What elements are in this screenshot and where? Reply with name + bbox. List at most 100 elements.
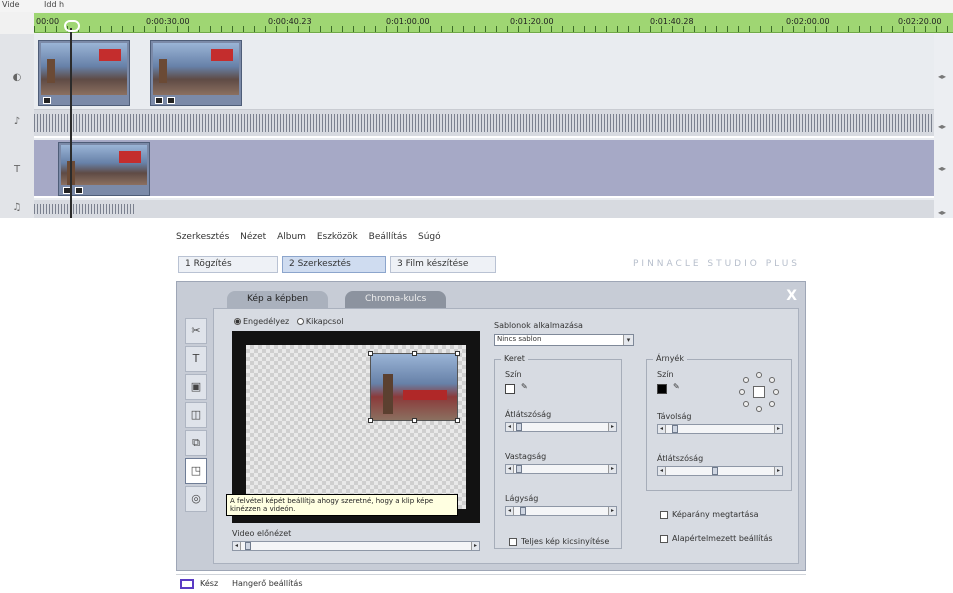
menu-settings[interactable]: Beállítás: [369, 232, 407, 242]
shadow-color-swatch[interactable]: [657, 384, 667, 394]
music-track-icon[interactable]: ♫: [10, 202, 24, 214]
close-button[interactable]: X: [786, 288, 797, 304]
audio-waveform: [34, 114, 934, 132]
shadow-distance-slider[interactable]: ◂ ▸: [657, 424, 783, 434]
video-clip[interactable]: [150, 40, 242, 106]
status-text: Kész: [200, 579, 219, 588]
snapshot-icon[interactable]: ▣: [185, 374, 207, 400]
title-track-icon[interactable]: T: [10, 164, 24, 176]
audio-track[interactable]: [34, 110, 934, 138]
clip-thumbnail: [153, 43, 239, 95]
resize-handle[interactable]: [368, 351, 373, 356]
audio-track-icon[interactable]: ♪: [10, 116, 24, 128]
music-track[interactable]: [34, 200, 934, 218]
lock-icon[interactable]: ◂▸: [938, 164, 946, 173]
resize-handle[interactable]: [455, 418, 460, 423]
video-toolbox-panel: Kép a képben Chroma-kulcs X ✂ T ▣ ◫ ⧉ ◳ …: [176, 281, 806, 571]
pip-settings-content: Engedélyez Kikapcsol A felvétel képét be…: [213, 308, 799, 564]
enable-radio-group: Engedélyez Kikapcsol: [234, 317, 343, 326]
border-softness-label: Lágyság: [505, 494, 539, 503]
default-setting-checkbox[interactable]: [660, 535, 668, 543]
ruler-tick: 0:01:40.28: [650, 17, 694, 26]
border-group-title: Keret: [501, 354, 528, 363]
status-window-icon[interactable]: [180, 579, 194, 589]
clip-marker-icon: [155, 97, 163, 104]
border-thickness-slider[interactable]: ◂ ▸: [505, 464, 617, 474]
main-tab-bar: 1 Rögzítés 2 Szerkesztés 3 Film készítés…: [176, 249, 806, 277]
video-preview-label: Video előnézet: [232, 529, 292, 538]
lock-icon[interactable]: ◂▸: [938, 72, 946, 81]
tab-capture[interactable]: 1 Rögzítés: [178, 256, 278, 273]
transition-icon[interactable]: ⧉: [185, 430, 207, 456]
tab-edit[interactable]: 2 Szerkesztés: [282, 256, 386, 273]
border-color-swatch[interactable]: [505, 384, 515, 394]
shadow-direction-picker[interactable]: [739, 372, 779, 412]
keep-aspect-checkbox[interactable]: [660, 511, 668, 519]
pip-icon[interactable]: ◳: [185, 458, 207, 484]
playhead[interactable]: [70, 28, 72, 218]
lock-icon[interactable]: ◂▸: [938, 122, 946, 131]
timeline: Vide Idd h 00:00 0:00:30.00 0:00:40.23 0…: [0, 0, 953, 218]
radio-disable[interactable]: [296, 318, 304, 325]
chevron-down-icon: ▾: [623, 335, 633, 345]
shadow-color-label: Szín: [657, 370, 674, 379]
eyedropper-icon[interactable]: ✎: [673, 382, 680, 391]
shadow-group-title: Árnyék: [653, 354, 687, 363]
menu-help[interactable]: Súgó: [418, 232, 441, 242]
ruler-tick: 0:02:00.00: [786, 17, 830, 26]
border-group: Keret Szín ✎ Átlátszóság ◂ ▸ Vastagság ◂ ▸…: [494, 354, 622, 549]
ruler-tick: 00:00: [36, 17, 60, 26]
resize-handle[interactable]: [368, 418, 373, 423]
resize-handle[interactable]: [412, 351, 417, 356]
resize-handle[interactable]: [455, 351, 460, 356]
tab-make-movie[interactable]: 3 Film készítése: [390, 256, 496, 273]
shadow-group: Árnyék Szín ✎ Távolság ◂ ▸ Átlátszóság ◂ ▸: [646, 354, 792, 491]
border-color-label: Szín: [505, 370, 522, 379]
video-clip[interactable]: [38, 40, 130, 106]
header-label-2: Idd h: [44, 0, 65, 9]
shrink-full-label: Teljes kép kicsinyítése: [521, 537, 610, 546]
transparency-checkerboard: [246, 345, 466, 509]
clip-thumbnail: [41, 43, 127, 95]
shrink-full-checkbox[interactable]: [509, 538, 517, 546]
video-slider[interactable]: ◂ ▸: [232, 541, 480, 551]
border-transparency-slider[interactable]: ◂ ▸: [505, 422, 617, 432]
eyedropper-icon[interactable]: ✎: [521, 382, 528, 391]
video-track-icon[interactable]: ◐: [10, 72, 24, 84]
lock-icon[interactable]: ◂▸: [938, 208, 946, 217]
default-setting-label: Alapértelmezett beállítás: [672, 534, 773, 543]
status-extra: Hangerő beállítás: [232, 579, 303, 588]
title-icon[interactable]: T: [185, 346, 207, 372]
tab-picture-in-picture[interactable]: Kép a képben: [227, 291, 329, 308]
audio-waveform: [34, 204, 134, 214]
ruler-tick: 0:01:20.00: [510, 17, 554, 26]
tab-chroma-key[interactable]: Chroma-kulcs: [345, 291, 447, 308]
video-track[interactable]: [34, 34, 934, 110]
status-bar: Kész Hangerő beállítás: [176, 574, 806, 593]
menu-edit[interactable]: Szerkesztés: [176, 232, 229, 242]
clip-marker-icon: [43, 97, 51, 104]
template-label: Sablonok alkalmazása: [494, 321, 583, 330]
radio-enable[interactable]: [234, 318, 241, 325]
resize-handle[interactable]: [412, 418, 417, 423]
shadow-direction-center[interactable]: [753, 386, 765, 398]
template-dropdown[interactable]: Nincs sablon ▾: [494, 334, 634, 346]
audio-icon[interactable]: ◫: [185, 402, 207, 428]
menu-album[interactable]: Album: [277, 232, 306, 242]
border-softness-slider[interactable]: ◂ ▸: [505, 506, 617, 516]
shadow-transparency-label: Átlátszóság: [657, 454, 704, 463]
chroma-icon[interactable]: ◎: [185, 486, 207, 512]
clip-marker-icon: [75, 187, 83, 194]
timeline-header: Vide Idd h: [0, 0, 953, 12]
pip-overlay-image[interactable]: [368, 351, 460, 423]
playhead-handle[interactable]: [64, 20, 80, 32]
shadow-transparency-slider[interactable]: ◂ ▸: [657, 466, 783, 476]
title-track[interactable]: [34, 140, 934, 198]
timeline-ruler[interactable]: 00:00 0:00:30.00 0:00:40.23 0:01:00.00 0…: [0, 12, 953, 34]
menu-view[interactable]: Nézet: [240, 232, 266, 242]
video-toolbox-icon[interactable]: ✂: [185, 318, 207, 344]
shadow-distance-label: Távolság: [657, 412, 692, 421]
keep-aspect-label: Képarány megtartása: [672, 510, 759, 519]
ruler-tick: 0:02:20.00: [898, 17, 942, 26]
menu-tools[interactable]: Eszközök: [317, 232, 358, 242]
